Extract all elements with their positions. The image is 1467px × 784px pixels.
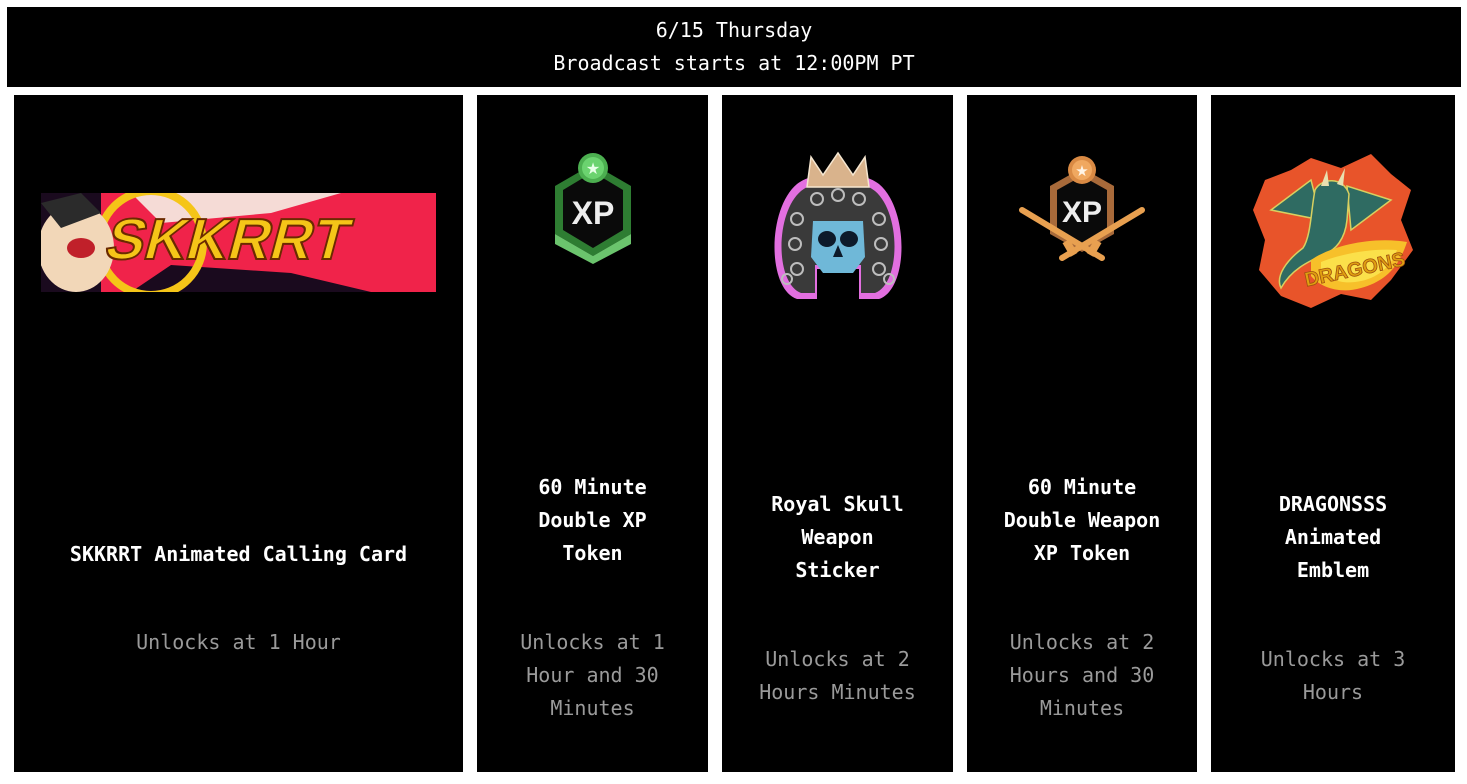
reward-title: 60 Minute Double XP Token [538, 475, 647, 565]
reward-title: 60 Minute Double Weapon XP Token [1003, 475, 1161, 565]
reward-unlock-time: Unlocks at 2 Hours Minutes [759, 647, 916, 704]
reward-card-dragonsss: DRAGONS DRAGONSSS Animated Emblem Unlock… [1211, 95, 1455, 772]
svg-text:XP: XP [1062, 196, 1102, 229]
reward-unlock-time: Unlocks at 1 Hour and 30 Minutes [520, 630, 665, 720]
royal-skull-sticker-art [722, 145, 953, 305]
reward-card-skkrrt: SKKRRT SKKRRT Animated Calling Card Unlo… [14, 95, 463, 772]
broadcast-time-label: Broadcast starts at 12:00PM PT [553, 51, 915, 75]
date-label: 6/15 Thursday [655, 18, 813, 42]
skkrrt-calling-card-art: SKKRRT [14, 193, 463, 292]
reward-card-double-weapon-xp: ★ XP 60 Minute Double Weapon XP Token Un… [967, 95, 1197, 772]
reward-card-royal-skull: Royal Skull Weapon Sticker Unlocks at 2 … [722, 95, 953, 772]
svg-text:XP: XP [571, 195, 614, 231]
schedule-header: 6/15 Thursday Broadcast starts at 12:00P… [7, 7, 1461, 87]
double-weapon-xp-token-icon: ★ XP [967, 150, 1197, 270]
reward-title: Royal Skull Weapon Sticker [771, 492, 904, 582]
dragonsss-emblem-art: DRAGONS [1211, 150, 1455, 310]
reward-card-double-xp: ★ XP 60 Minute Double XP Token Unlocks a… [477, 95, 708, 772]
svg-text:★: ★ [585, 159, 599, 178]
double-xp-token-icon: ★ XP [477, 150, 708, 265]
calling-card-text: SKKRRT [99, 207, 358, 272]
reward-unlock-time: Unlocks at 1 Hour [136, 630, 341, 654]
reward-unlock-time: Unlocks at 2 Hours and 30 Minutes [1009, 630, 1155, 720]
svg-text:★: ★ [1075, 162, 1088, 180]
reward-unlock-time: Unlocks at 3 Hours [1260, 647, 1406, 704]
calling-card-image: SKKRRT [41, 193, 436, 292]
reward-title: SKKRRT Animated Calling Card [69, 542, 408, 566]
reward-title: DRAGONSSS Animated Emblem [1278, 492, 1388, 582]
